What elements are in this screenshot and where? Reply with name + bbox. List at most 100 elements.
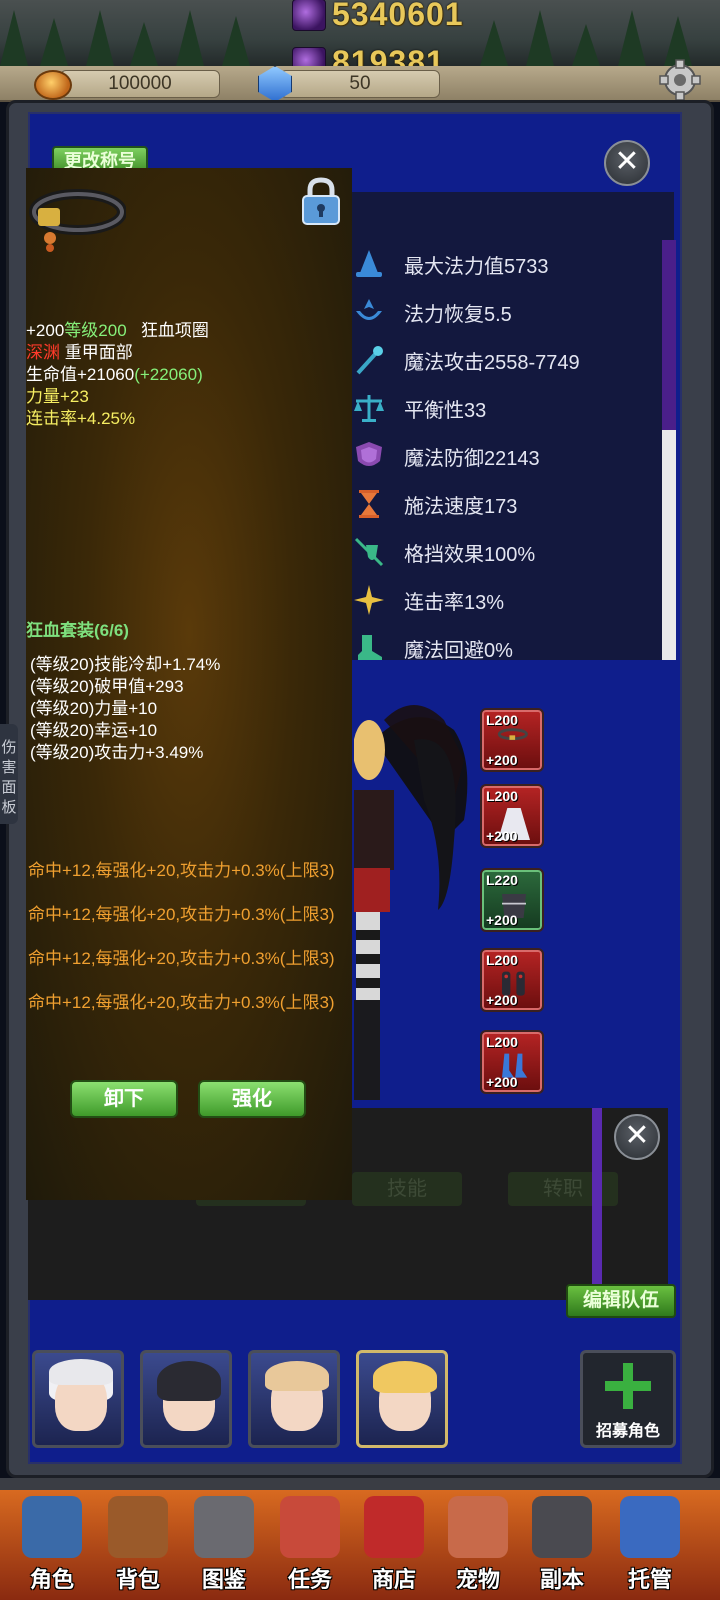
- roster-hero-1[interactable]: [32, 1350, 124, 1448]
- nav-quests[interactable]: 任务: [270, 1494, 350, 1598]
- block-icon: [354, 537, 384, 567]
- mana-regen-icon: [356, 299, 382, 320]
- nav-codex[interactable]: 图鉴: [184, 1494, 264, 1598]
- attribute-list[interactable]: 最大法力值5733 法力恢复5.5 魔法攻击2558-7749 平衡性33 魔法…: [352, 192, 674, 660]
- stat-balance: 平衡性33: [352, 388, 486, 428]
- hero-hair: [265, 1361, 329, 1391]
- close-skill-panel-button[interactable]: ✕: [614, 1114, 660, 1160]
- edit-team-button[interactable]: 编辑队伍: [566, 1284, 676, 1318]
- unequip-button[interactable]: 卸下: [70, 1080, 178, 1118]
- stat-text: 最大法力值5733: [404, 255, 549, 278]
- stat-text: 法力恢复5.5: [404, 303, 512, 326]
- nav-pets[interactable]: 宠物: [438, 1494, 518, 1598]
- calendar-icon: [620, 1496, 680, 1558]
- stat-block: 格挡效果100%: [352, 532, 535, 572]
- gold-chip[interactable]: 100000: [60, 70, 220, 98]
- combat-power-value: 5340601: [332, 0, 464, 32]
- item-hp-bonus: (+22060): [134, 365, 203, 384]
- lock-icon[interactable]: [300, 176, 342, 226]
- roster-hero-2[interactable]: [140, 1350, 232, 1448]
- wizard-hat-icon: [356, 250, 382, 277]
- book-icon: [194, 1496, 254, 1558]
- nav-label: 副本: [539, 1567, 584, 1592]
- helmet-icon: [22, 1496, 82, 1558]
- skill-tab-button[interactable]: 技能: [352, 1172, 462, 1206]
- stat-text: 格挡效果100%: [404, 543, 536, 566]
- hero-hair: [157, 1361, 221, 1401]
- gem-chip[interactable]: 50: [280, 70, 440, 98]
- close-panel-button[interactable]: ✕: [604, 140, 650, 186]
- stat-combo: 连击率13%: [352, 580, 504, 620]
- collar-icon: [29, 189, 126, 252]
- extra-affix-line: 命中+12,每强化+20,攻击力+0.3%(上限3): [28, 861, 335, 880]
- skull-gate-icon: [532, 1496, 592, 1558]
- stat-magic-dodge: 魔法回避0%: [352, 628, 513, 660]
- power-icon: [292, 0, 326, 31]
- dodge-boot-icon: [358, 635, 382, 660]
- hero-hair: [373, 1361, 437, 1393]
- nav-backpack[interactable]: 背包: [98, 1494, 178, 1598]
- set-bonus-line: (等级20)攻击力+3.49%: [30, 743, 204, 762]
- combo-star-icon: [354, 585, 384, 615]
- recruit-label: 招募角色: [595, 1423, 660, 1440]
- stat-mana-regen: 法力恢复5.5: [352, 292, 512, 332]
- nav-label: 图鉴: [201, 1567, 246, 1592]
- stat-text: 魔法防御22143: [404, 447, 540, 470]
- nav-label: 托管: [627, 1567, 672, 1592]
- bandage-icon: [49, 1359, 113, 1385]
- stat-cast-speed: 施法速度173: [352, 484, 517, 524]
- gem-amount: 50: [349, 73, 371, 94]
- stat-text: 平衡性33: [404, 399, 487, 422]
- stat-text: 魔法回避0%: [404, 639, 513, 661]
- equip-slot-feet[interactable]: L200 +200: [480, 1030, 544, 1094]
- equip-slot-hands[interactable]: L200 +200: [480, 948, 544, 1012]
- extra-affix-line: 命中+12,每强化+20,攻击力+0.3%(上限3): [28, 905, 335, 924]
- backpack-icon: [108, 1496, 168, 1558]
- set-bonus-title: 狂血套装(6/6): [26, 621, 129, 640]
- equip-slot-chest[interactable]: L220 +200: [480, 868, 544, 932]
- plus-icon: [605, 1363, 651, 1409]
- equip-slot-body[interactable]: L200 +200: [480, 784, 544, 848]
- gold-amount: 100000: [108, 73, 172, 94]
- scroll-icon: [280, 1496, 340, 1558]
- character-portrait: [354, 705, 468, 1100]
- skill-panel-scrollbar[interactable]: [592, 1108, 602, 1298]
- item-combo: 连击率+4.25%: [26, 409, 136, 428]
- stat-text: 魔法攻击2558-7749: [404, 351, 580, 374]
- nav-character[interactable]: 角色: [12, 1494, 92, 1598]
- attribute-scroll-thumb[interactable]: [662, 240, 676, 430]
- nav-label: 宠物: [455, 1567, 500, 1592]
- stat-magic-attack: 魔法攻击2558-7749: [352, 340, 580, 380]
- meat-icon: [448, 1496, 508, 1558]
- close-icon: ✕: [614, 145, 640, 178]
- scales-icon: [354, 395, 384, 422]
- nav-label: 角色: [29, 1567, 74, 1592]
- nav-label: 任务: [287, 1567, 332, 1592]
- nav-auto[interactable]: 托管: [610, 1494, 690, 1598]
- shop-icon: [364, 1496, 424, 1558]
- wand-icon: [356, 346, 383, 375]
- stat-max-mana: 最大法力值5733: [352, 244, 549, 284]
- recruit-hero-button[interactable]: 招募角色: [580, 1350, 676, 1448]
- nav-label: 背包: [115, 1567, 160, 1592]
- damage-panel-tab[interactable]: 伤害面板: [0, 724, 18, 824]
- stat-text: 连击率13%: [404, 591, 505, 614]
- gear-icon[interactable]: [658, 58, 702, 102]
- equip-slot-neck[interactable]: L200 +200: [480, 708, 544, 772]
- nav-shop[interactable]: 商店: [354, 1494, 434, 1598]
- combat-power-row: 5340601: [292, 0, 464, 33]
- nav-dungeon[interactable]: 副本: [522, 1494, 602, 1598]
- stat-magic-defense: 魔法防御22143: [352, 436, 540, 476]
- extra-affix-line: 命中+12,每强化+20,攻击力+0.3%(上限3): [28, 949, 335, 968]
- stat-text: 施法速度173: [404, 495, 518, 518]
- roster-hero-3[interactable]: [248, 1350, 340, 1448]
- upgrade-button[interactable]: 强化: [198, 1080, 306, 1118]
- roster-hero-4-selected[interactable]: [356, 1350, 448, 1448]
- item-name: 狂血项圈: [140, 321, 209, 340]
- extra-affix-line: 命中+12,每强化+20,攻击力+0.3%(上限3): [28, 993, 335, 1012]
- close-icon: ✕: [624, 1119, 650, 1152]
- gold-coin-icon: [34, 70, 72, 100]
- hourglass-icon: [359, 490, 379, 518]
- resource-bar: 100000 50: [0, 66, 720, 102]
- nav-label: 商店: [371, 1567, 416, 1592]
